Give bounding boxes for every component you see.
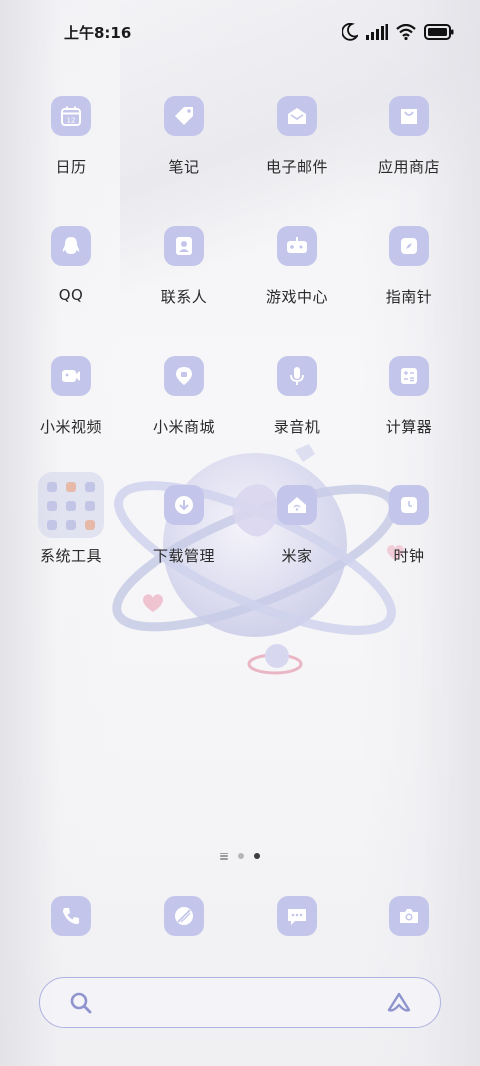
- app-recorder[interactable]: 录音机: [247, 356, 347, 466]
- app-label: 录音机: [273, 418, 321, 436]
- signal-icon: [366, 24, 388, 40]
- status-icons: [342, 20, 454, 44]
- download-icon: [164, 485, 204, 525]
- app-label: 电子邮件: [265, 158, 328, 176]
- assistant-icon[interactable]: [386, 991, 412, 1015]
- app-clock[interactable]: 时钟: [359, 485, 459, 595]
- app-label: 游戏中心: [265, 288, 328, 306]
- battery-icon: [424, 24, 454, 40]
- camera-icon: [400, 909, 418, 923]
- app-label: QQ: [58, 286, 84, 304]
- app-notes[interactable]: 笔记: [134, 96, 234, 206]
- app-label: 时钟: [393, 547, 425, 565]
- page-dot-1[interactable]: [238, 853, 244, 859]
- app-game-center[interactable]: 游戏中心: [247, 226, 347, 336]
- moon-icon: [342, 23, 358, 41]
- calendar-icon: 12: [51, 96, 91, 136]
- calendar-day: 12: [67, 117, 76, 125]
- dock-browser[interactable]: [164, 896, 204, 936]
- app-email[interactable]: 电子邮件: [247, 96, 347, 206]
- app-calculator[interactable]: 计算器: [359, 356, 459, 466]
- dock-phone[interactable]: [51, 896, 91, 936]
- mi-store-icon: [164, 356, 204, 396]
- compass-icon: [389, 226, 429, 266]
- wifi-icon: [396, 24, 416, 40]
- microphone-icon: [277, 356, 317, 396]
- app-label: 联系人: [160, 288, 208, 306]
- app-label: 应用商店: [377, 158, 440, 176]
- app-qq[interactable]: QQ: [21, 226, 121, 336]
- menu-lines-icon: [220, 852, 228, 860]
- app-label: 小米商城: [152, 418, 215, 436]
- app-mi-video[interactable]: 小米视频: [21, 356, 121, 466]
- mi-home-icon: [277, 485, 317, 525]
- app-mi-store[interactable]: 小米商城: [134, 356, 234, 466]
- store-bag-icon: [389, 96, 429, 136]
- app-label: 指南针: [385, 288, 433, 306]
- app-label: 日历: [55, 158, 87, 176]
- status-time: 上午8:16: [64, 24, 132, 42]
- calculator-icon: [389, 356, 429, 396]
- mail-icon: [277, 96, 317, 136]
- page-indicator[interactable]: [0, 849, 480, 863]
- app-store[interactable]: 应用商店: [359, 96, 459, 206]
- search-bar[interactable]: [39, 977, 441, 1028]
- app-folder-system-tools[interactable]: 系统工具: [21, 472, 121, 595]
- contact-icon: [164, 226, 204, 266]
- notes-tag-icon: [164, 96, 204, 136]
- messages-icon: [288, 909, 306, 925]
- phone-icon: [63, 908, 79, 924]
- app-label: 米家: [281, 547, 313, 565]
- page-dot-2-active[interactable]: [254, 853, 260, 859]
- dock-messages[interactable]: [277, 896, 317, 936]
- dock-camera[interactable]: [389, 896, 429, 936]
- qq-penguin-icon: [51, 226, 91, 266]
- app-contacts[interactable]: 联系人: [134, 226, 234, 336]
- app-label: 计算器: [385, 418, 433, 436]
- gamepad-icon: [277, 226, 317, 266]
- video-camera-icon: [51, 356, 91, 396]
- app-mi-home[interactable]: 米家: [247, 485, 347, 595]
- app-label: 下载管理: [152, 547, 215, 565]
- status-bar: 上午8:16: [0, 0, 480, 64]
- app-calendar[interactable]: 12 日历: [21, 96, 121, 206]
- app-downloads[interactable]: 下载管理: [134, 485, 234, 595]
- app-label: 小米视频: [39, 418, 102, 436]
- app-label: 系统工具: [39, 547, 102, 565]
- app-label: 笔记: [168, 158, 200, 176]
- browser-icon: [175, 907, 193, 925]
- app-compass[interactable]: 指南针: [359, 226, 459, 336]
- folder-icon: [38, 472, 104, 538]
- clock-icon: [389, 485, 429, 525]
- search-icon[interactable]: [69, 991, 93, 1015]
